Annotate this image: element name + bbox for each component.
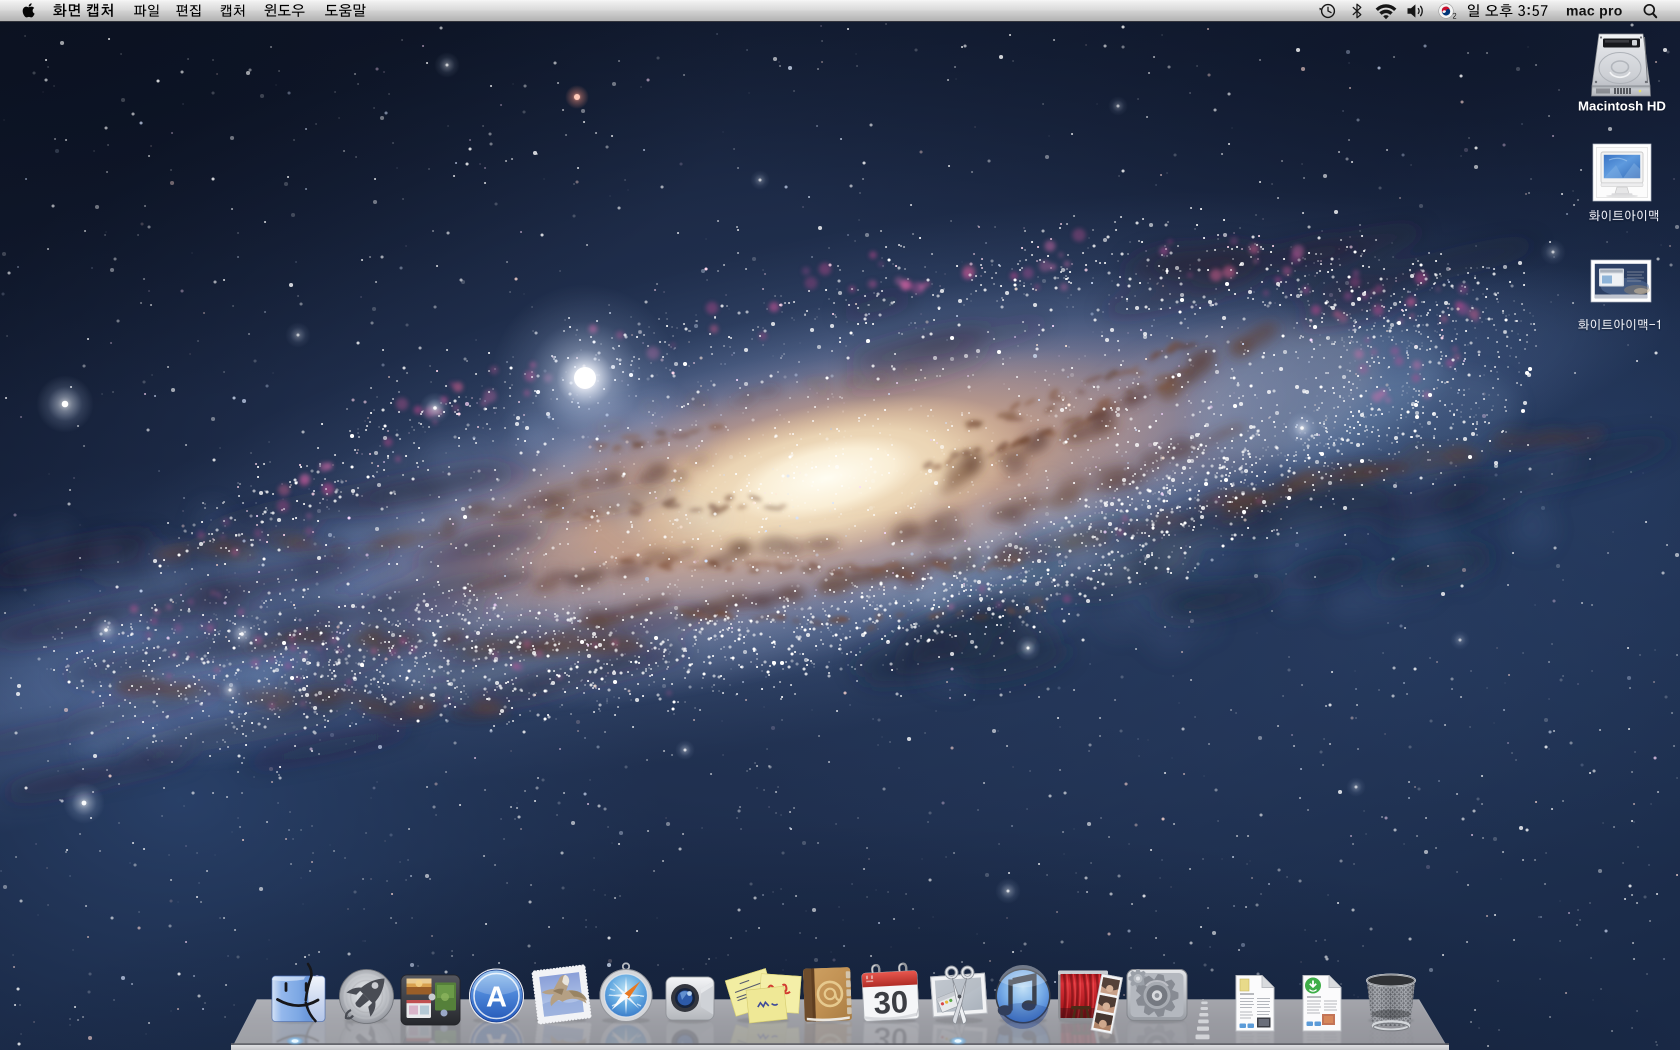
svg-text:mac pro: mac pro (1566, 3, 1623, 19)
